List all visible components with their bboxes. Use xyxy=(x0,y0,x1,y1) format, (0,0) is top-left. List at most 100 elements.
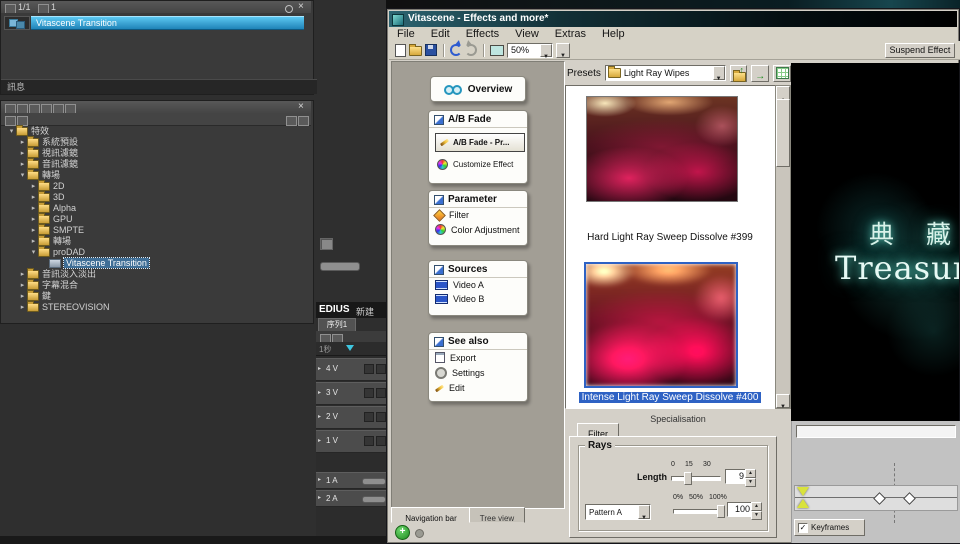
preset-thumbnail[interactable] xyxy=(586,96,738,202)
effects-view-icon-3[interactable] xyxy=(286,116,297,126)
export-item[interactable]: Export xyxy=(429,350,527,365)
suspend-effect-button[interactable]: Suspend Effect xyxy=(885,43,955,58)
track-button[interactable] xyxy=(376,388,386,398)
spin-down-icon[interactable]: ▼ xyxy=(751,511,762,520)
length-value-field[interactable]: 9 xyxy=(725,469,747,484)
expand-arrow-icon[interactable]: ▸ xyxy=(18,148,27,159)
ab-fade-preset-button[interactable]: A/B Fade - Pr... xyxy=(435,133,525,152)
expand-arrow-icon[interactable]: ▸ xyxy=(18,280,27,291)
tree-item[interactable]: ▸字幕混合 xyxy=(1,280,311,291)
vitascene-titlebar[interactable]: Vitascene - Effects and more* xyxy=(389,11,957,27)
track-header[interactable]: ▸2 V xyxy=(316,406,390,429)
expand-arrow-icon[interactable]: ▸ xyxy=(18,291,27,302)
spin-down-icon[interactable]: ▼ xyxy=(745,478,756,487)
settings-item[interactable]: Settings xyxy=(429,365,527,381)
in-marker-icon[interactable] xyxy=(797,487,809,496)
pin-icon[interactable] xyxy=(285,5,293,13)
tree-item[interactable]: ▸Alpha xyxy=(1,203,311,214)
open-file-icon[interactable] xyxy=(409,46,422,56)
pattern-spinner[interactable]: ▲▼ xyxy=(751,502,762,520)
keyframe-diamond[interactable] xyxy=(873,492,886,505)
track-header-audio[interactable]: ▸2 A xyxy=(316,490,390,507)
expand-arrow-icon[interactable]: ▸ xyxy=(29,203,38,214)
effects-view-icon-4[interactable] xyxy=(298,116,309,126)
keyframes-checkbox[interactable]: ✓ xyxy=(798,523,808,533)
overview-button[interactable]: Overview xyxy=(430,76,526,102)
track-expand-icon[interactable]: ▸ xyxy=(318,365,321,372)
track-button[interactable] xyxy=(376,436,386,446)
track-button[interactable] xyxy=(364,412,374,422)
tab-tree-view[interactable]: Tree view xyxy=(469,507,525,523)
tab-navigation-bar[interactable]: Navigation bar xyxy=(391,507,471,523)
scroll-down-button[interactable]: ▼ xyxy=(776,394,790,408)
expand-arrow-icon[interactable]: ▸ xyxy=(18,137,27,148)
track-expand-icon[interactable]: ▸ xyxy=(318,389,321,396)
spin-up-icon[interactable]: ▲ xyxy=(751,502,762,511)
track-button[interactable] xyxy=(376,364,386,374)
menu-effects[interactable]: Effects xyxy=(458,27,507,41)
track-button[interactable] xyxy=(364,364,374,374)
transition-thumb-button[interactable] xyxy=(4,16,30,30)
menu-extras[interactable]: Extras xyxy=(547,27,594,41)
track-button[interactable] xyxy=(376,412,386,422)
save-icon[interactable] xyxy=(425,44,437,56)
tree-item[interactable]: ▸STEREOVISION xyxy=(1,302,311,313)
edit-item[interactable]: Edit xyxy=(429,381,527,395)
tree-item[interactable]: ▸3D xyxy=(1,192,311,203)
zoom-dropdown-arrow[interactable]: ▼ xyxy=(540,44,552,57)
sequence-tab[interactable]: 序列1 xyxy=(318,318,356,332)
extra-dropdown-button[interactable]: ▼ xyxy=(556,43,570,58)
menu-edit[interactable]: Edit xyxy=(423,27,458,41)
menu-file[interactable]: File xyxy=(389,27,423,41)
track-expand-icon[interactable]: ▸ xyxy=(318,437,321,444)
keyboard-grid-icon[interactable] xyxy=(320,238,333,250)
tree-item[interactable]: ▸SMPTE xyxy=(1,225,311,236)
customize-effect-item[interactable]: Customize Effect xyxy=(431,157,535,172)
scroll-up-button[interactable]: ▼ xyxy=(776,86,790,100)
menu-view[interactable]: View xyxy=(507,27,547,41)
track-expand-icon[interactable]: ▸ xyxy=(318,476,321,483)
expand-arrow-icon[interactable]: ▾ xyxy=(18,170,27,181)
new-document-icon[interactable] xyxy=(395,44,406,57)
tree-item[interactable]: ▸轉場 xyxy=(1,236,311,247)
tree-item[interactable]: ▾proDAD xyxy=(1,247,311,258)
preview-monitor-icon[interactable] xyxy=(490,45,504,56)
applied-transition-clip[interactable]: Vitascene Transition xyxy=(31,16,304,30)
track-header-audio[interactable]: ▸1 A xyxy=(316,472,390,489)
tree-item[interactable]: ▸鍵 xyxy=(1,291,311,302)
expand-arrow-icon[interactable]: ▸ xyxy=(18,159,27,170)
presets-scrollbar[interactable]: ▼ ▼ xyxy=(775,85,791,409)
expand-arrow-icon[interactable]: ▾ xyxy=(7,126,16,137)
scroll-pill[interactable] xyxy=(320,262,360,271)
effects-view-icon-1[interactable] xyxy=(5,116,16,126)
menu-help[interactable]: Help xyxy=(594,27,633,41)
keyframe-ruler[interactable] xyxy=(796,425,956,438)
track-header[interactable]: ▸3 V xyxy=(316,382,390,405)
track-expand-icon[interactable]: ▸ xyxy=(318,494,321,501)
folder-up-button[interactable]: ↑ xyxy=(730,65,748,82)
tree-item-selected[interactable]: Vitascene Transition xyxy=(1,258,311,269)
expand-arrow-icon[interactable]: ▾ xyxy=(29,247,38,258)
expand-arrow-icon[interactable]: ▸ xyxy=(18,302,27,313)
preset-folder-combobox[interactable]: Light Ray Wipes ▼ xyxy=(605,65,726,81)
pattern-slider-thumb[interactable] xyxy=(717,505,725,518)
length-slider-thumb[interactable] xyxy=(684,472,692,485)
audio-fader[interactable] xyxy=(362,478,386,485)
timeline-ruler[interactable]: 1秒 xyxy=(316,342,390,356)
preset-thumbnail-selected[interactable] xyxy=(584,262,738,388)
scroll-thumb[interactable] xyxy=(776,99,790,167)
pattern-dropdown-arrow[interactable]: ▼ xyxy=(638,505,650,519)
tree-item[interactable]: ▸系統預設 xyxy=(1,137,311,148)
tree-item[interactable]: ▸GPU xyxy=(1,214,311,225)
color-adjustment-item[interactable]: Color Adjustment xyxy=(429,222,527,237)
undo-icon[interactable] xyxy=(450,44,462,56)
length-spinner[interactable]: ▲▼ xyxy=(745,469,756,487)
track-header[interactable]: ▸4 V xyxy=(316,358,390,381)
grid-view-button[interactable] xyxy=(773,65,791,82)
expand-arrow-icon[interactable]: ▸ xyxy=(18,269,27,280)
keyframe-track[interactable] xyxy=(794,485,958,511)
expand-arrow-icon[interactable]: ▸ xyxy=(29,192,38,203)
video-b-item[interactable]: Video B xyxy=(429,292,527,306)
preset-caption[interactable]: Hard Light Ray Sweep Dissolve #399 xyxy=(566,232,774,243)
track-header[interactable]: ▸1 V xyxy=(316,430,390,453)
